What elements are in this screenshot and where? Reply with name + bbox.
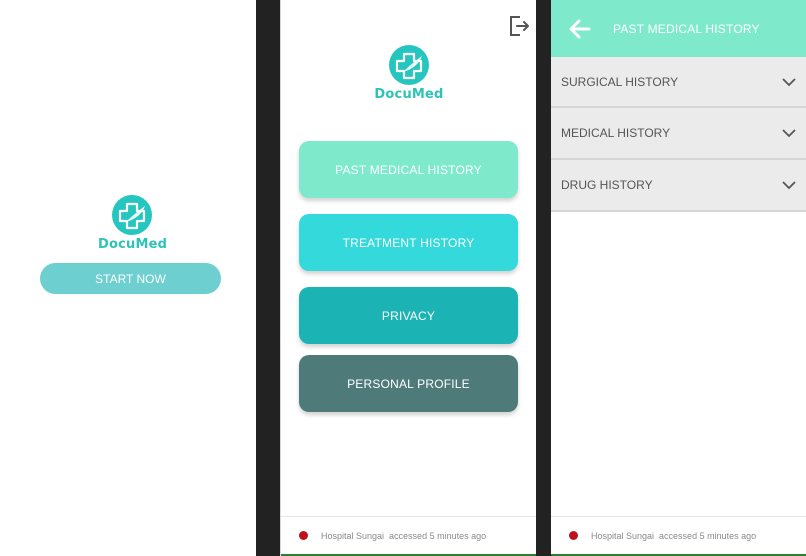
- page-title: PAST MEDICAL HISTORY: [613, 21, 760, 36]
- app-header: PAST MEDICAL HISTORY: [551, 0, 806, 57]
- access-notification: Hospital Sungai accessed 5 minutes ago: [281, 516, 536, 556]
- drug-history-section[interactable]: DRUG HISTORY: [551, 160, 806, 212]
- arrow-left-icon[interactable]: [567, 16, 593, 42]
- app-name: DocuMed: [98, 237, 168, 252]
- logout-icon[interactable]: [507, 14, 531, 38]
- surgical-history-section[interactable]: SURGICAL HISTORY: [551, 57, 806, 108]
- home-screen: DocuMed PAST MEDICAL HISTORY TREATMENT H…: [280, 0, 536, 556]
- status-dot-icon: [569, 531, 578, 540]
- privacy-button[interactable]: PRIVACY: [299, 287, 518, 344]
- chevron-down-icon: [782, 129, 796, 138]
- app-name: DocuMed: [374, 87, 444, 102]
- access-time: accessed 5 minutes ago: [389, 530, 487, 541]
- chevron-down-icon: [782, 181, 796, 190]
- past-medical-history-button[interactable]: PAST MEDICAL HISTORY: [299, 141, 518, 198]
- start-now-button[interactable]: START NOW: [40, 263, 221, 294]
- access-hospital: Hospital Sungai: [591, 530, 655, 541]
- status-dot-icon: [299, 531, 308, 540]
- section-label: DRUG HISTORY: [561, 178, 653, 192]
- personal-profile-button[interactable]: PERSONAL PROFILE: [299, 355, 518, 412]
- history-accordion: SURGICAL HISTORY MEDICAL HISTORY DRUG HI…: [551, 57, 806, 212]
- app-logo: DocuMed: [374, 45, 444, 102]
- splash-screen: DocuMed START NOW: [0, 0, 256, 556]
- chevron-down-icon: [782, 77, 796, 86]
- app-logo: DocuMed: [98, 195, 168, 252]
- past-medical-history-screen: PAST MEDICAL HISTORY SURGICAL HISTORY ME…: [551, 0, 806, 556]
- treatment-history-button[interactable]: TREATMENT HISTORY: [299, 214, 518, 271]
- access-time: accessed 5 minutes ago: [659, 530, 757, 541]
- access-hospital: Hospital Sungai: [321, 530, 385, 541]
- section-label: SURGICAL HISTORY: [561, 74, 679, 89]
- access-notification: Hospital Sungai accessed 5 minutes ago: [551, 516, 806, 556]
- section-label: MEDICAL HISTORY: [561, 126, 671, 140]
- medical-cross-icon: [112, 195, 152, 235]
- medical-cross-icon: [389, 45, 429, 85]
- medical-history-section[interactable]: MEDICAL HISTORY: [551, 108, 806, 160]
